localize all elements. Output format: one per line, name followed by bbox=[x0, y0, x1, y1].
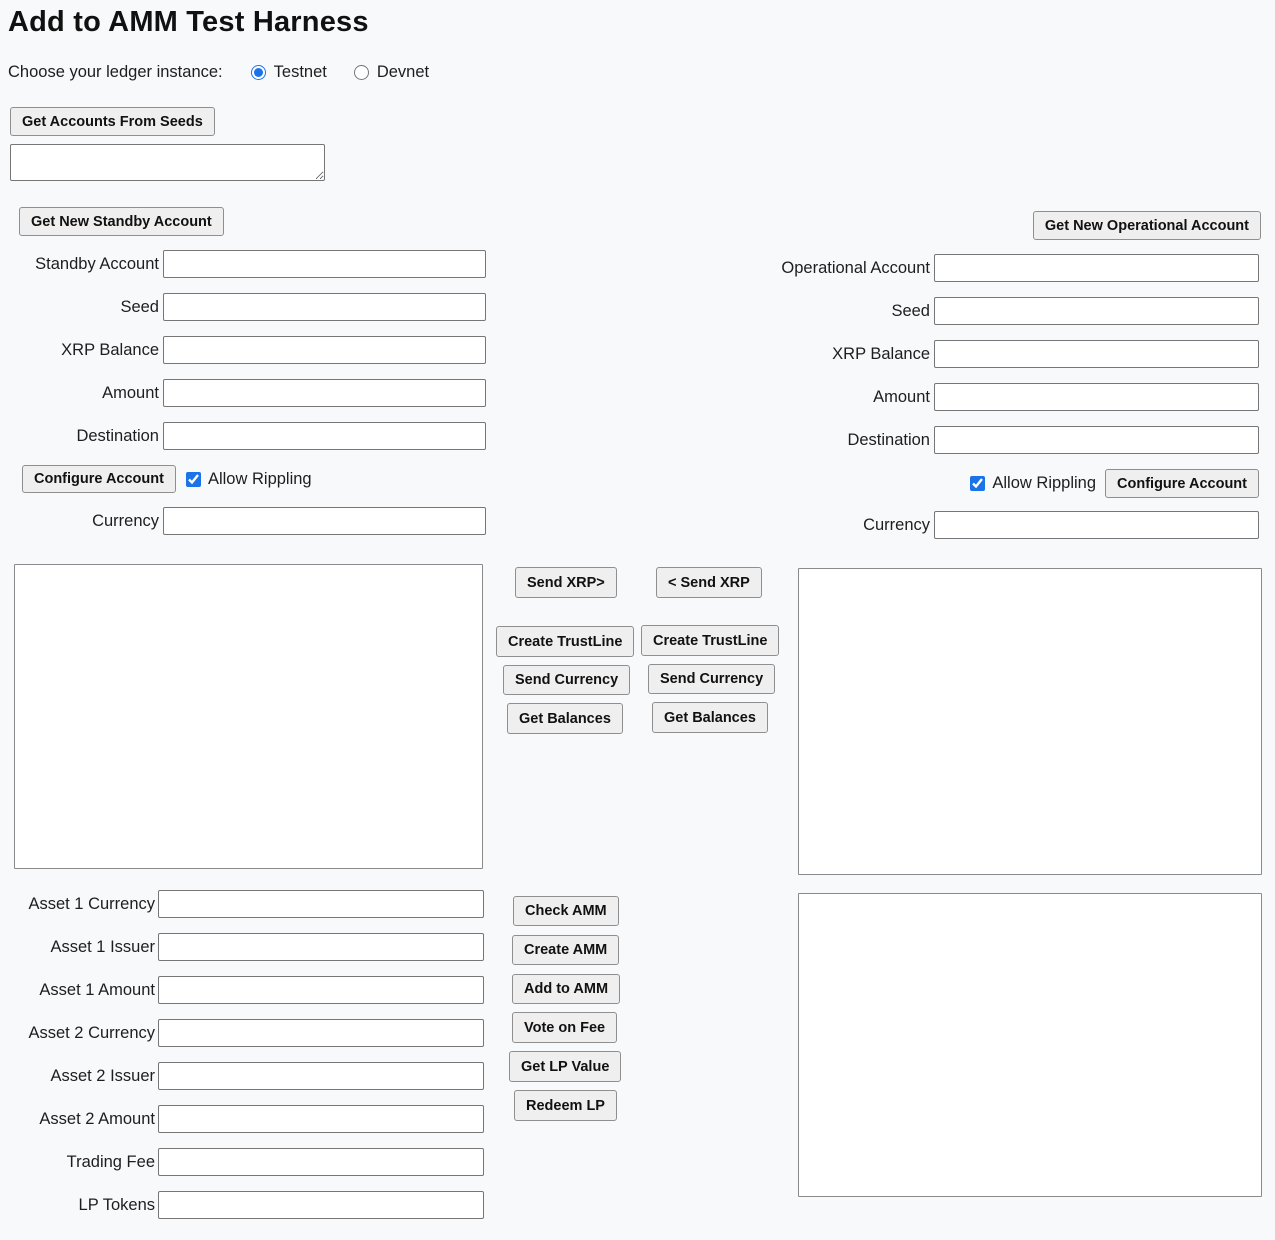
check-amm-button[interactable]: Check AMM bbox=[513, 896, 619, 926]
asset1-currency-input[interactable] bbox=[158, 890, 484, 918]
asset2-issuer-input[interactable] bbox=[158, 1062, 484, 1090]
standby-configure-account-button[interactable]: Configure Account bbox=[22, 465, 176, 493]
operational-destination-row: Destination bbox=[610, 426, 1259, 454]
asset1-currency-label: Asset 1 Currency bbox=[0, 895, 155, 914]
get-new-standby-account-button[interactable]: Get New Standby Account bbox=[19, 207, 224, 236]
standby-currency-label: Currency bbox=[0, 512, 159, 531]
asset2-currency-label: Asset 2 Currency bbox=[0, 1024, 155, 1043]
standby-seed-label: Seed bbox=[0, 298, 159, 317]
operational-allow-rippling-checkbox[interactable] bbox=[970, 476, 985, 491]
standby-destination-input[interactable] bbox=[163, 422, 486, 450]
ledger-instance-row: Choose your ledger instance: Testnet Dev… bbox=[8, 63, 429, 82]
standby-currency-input[interactable] bbox=[163, 507, 486, 535]
asset2-currency-input[interactable] bbox=[158, 1019, 484, 1047]
lp-tokens-label: LP Tokens bbox=[0, 1196, 155, 1215]
trading-fee-label: Trading Fee bbox=[0, 1153, 155, 1172]
operational-xrp-balance-label: XRP Balance bbox=[610, 345, 930, 364]
testnet-radio-group: Testnet bbox=[251, 63, 327, 82]
operational-allow-rippling-label: Allow Rippling bbox=[992, 474, 1096, 493]
operational-configure-account-button[interactable]: Configure Account bbox=[1105, 469, 1259, 498]
asset1-amount-input[interactable] bbox=[158, 976, 484, 1004]
operational-xrp-balance-row: XRP Balance bbox=[610, 340, 1259, 368]
standby-xrp-balance-row: XRP Balance bbox=[0, 336, 486, 364]
asset2-amount-row: Asset 2 Amount bbox=[0, 1105, 484, 1133]
ledger-instance-prompt: Choose your ledger instance: bbox=[8, 63, 223, 82]
vote-on-fee-button[interactable]: Vote on Fee bbox=[512, 1012, 617, 1043]
standby-allow-rippling-label: Allow Rippling bbox=[208, 470, 312, 489]
asset2-issuer-label: Asset 2 Issuer bbox=[0, 1067, 155, 1086]
testnet-radio[interactable] bbox=[251, 65, 266, 80]
operational-currency-row: Currency bbox=[610, 511, 1259, 539]
lp-tokens-row: LP Tokens bbox=[0, 1191, 484, 1219]
standby-xrp-balance-input[interactable] bbox=[163, 336, 486, 364]
asset1-currency-row: Asset 1 Currency bbox=[0, 890, 484, 918]
standby-send-currency-button[interactable]: Send Currency bbox=[503, 665, 630, 695]
redeem-lp-button[interactable]: Redeem LP bbox=[514, 1090, 617, 1121]
standby-allow-rippling-checkbox[interactable] bbox=[186, 472, 201, 487]
standby-create-trustline-button[interactable]: Create TrustLine bbox=[496, 626, 634, 657]
standby-configure-row: Configure Account Allow Rippling bbox=[22, 465, 312, 493]
standby-account-row: Standby Account bbox=[0, 250, 486, 278]
asset2-amount-label: Asset 2 Amount bbox=[0, 1110, 155, 1129]
send-xrp-to-operational-button[interactable]: Send XRP> bbox=[515, 567, 617, 598]
asset1-amount-row: Asset 1 Amount bbox=[0, 976, 484, 1004]
operational-create-trustline-button[interactable]: Create TrustLine bbox=[641, 625, 779, 656]
add-to-amm-button[interactable]: Add to AMM bbox=[512, 974, 620, 1004]
devnet-radio-group: Devnet bbox=[354, 63, 429, 82]
operational-currency-input[interactable] bbox=[934, 511, 1259, 539]
asset1-issuer-row: Asset 1 Issuer bbox=[0, 933, 484, 961]
testnet-radio-label: Testnet bbox=[274, 63, 327, 82]
operational-get-balances-button[interactable]: Get Balances bbox=[652, 702, 768, 733]
asset1-issuer-label: Asset 1 Issuer bbox=[0, 938, 155, 957]
trading-fee-row: Trading Fee bbox=[0, 1148, 484, 1176]
operational-configure-row: Allow Rippling Configure Account bbox=[970, 469, 1259, 498]
operational-amount-label: Amount bbox=[610, 388, 930, 407]
standby-amount-input[interactable] bbox=[163, 379, 486, 407]
operational-amount-input[interactable] bbox=[934, 383, 1259, 411]
devnet-radio-label: Devnet bbox=[377, 63, 429, 82]
page-title: Add to AMM Test Harness bbox=[8, 6, 369, 39]
lp-tokens-input[interactable] bbox=[158, 1191, 484, 1219]
operational-results-textarea[interactable] bbox=[798, 568, 1262, 875]
amm-test-harness-page: Add to AMM Test Harness Choose your ledg… bbox=[0, 0, 1275, 1240]
standby-currency-row: Currency bbox=[0, 507, 486, 535]
operational-xrp-balance-input[interactable] bbox=[934, 340, 1259, 368]
get-new-operational-account-button[interactable]: Get New Operational Account bbox=[1033, 211, 1261, 240]
operational-account-label: Operational Account bbox=[610, 259, 930, 278]
seeds-textarea[interactable] bbox=[10, 144, 325, 181]
standby-xrp-balance-label: XRP Balance bbox=[0, 341, 159, 360]
operational-amount-row: Amount bbox=[610, 383, 1259, 411]
standby-seed-input[interactable] bbox=[163, 293, 486, 321]
asset2-currency-row: Asset 2 Currency bbox=[0, 1019, 484, 1047]
send-xrp-to-standby-button[interactable]: < Send XRP bbox=[656, 567, 762, 598]
standby-amount-label: Amount bbox=[0, 384, 159, 403]
get-accounts-from-seeds-button[interactable]: Get Accounts From Seeds bbox=[10, 107, 215, 136]
standby-account-input[interactable] bbox=[163, 250, 486, 278]
asset1-issuer-input[interactable] bbox=[158, 933, 484, 961]
create-amm-button[interactable]: Create AMM bbox=[512, 935, 619, 965]
standby-destination-row: Destination bbox=[0, 422, 486, 450]
standby-destination-label: Destination bbox=[0, 427, 159, 446]
operational-destination-input[interactable] bbox=[934, 426, 1259, 454]
asset2-amount-input[interactable] bbox=[158, 1105, 484, 1133]
asset1-amount-label: Asset 1 Amount bbox=[0, 981, 155, 1000]
operational-account-row: Operational Account bbox=[610, 254, 1259, 282]
asset2-issuer-row: Asset 2 Issuer bbox=[0, 1062, 484, 1090]
operational-seed-row: Seed bbox=[610, 297, 1259, 325]
get-lp-value-button[interactable]: Get LP Value bbox=[509, 1051, 621, 1082]
standby-seed-row: Seed bbox=[0, 293, 486, 321]
standby-get-balances-button[interactable]: Get Balances bbox=[507, 703, 623, 734]
operational-currency-label: Currency bbox=[610, 516, 930, 535]
operational-seed-input[interactable] bbox=[934, 297, 1259, 325]
operational-send-currency-button[interactable]: Send Currency bbox=[648, 664, 775, 694]
operational-destination-label: Destination bbox=[610, 431, 930, 450]
operational-seed-label: Seed bbox=[610, 302, 930, 321]
standby-results-textarea[interactable] bbox=[14, 564, 483, 869]
operational-account-input[interactable] bbox=[934, 254, 1259, 282]
standby-account-label: Standby Account bbox=[0, 255, 159, 274]
devnet-radio[interactable] bbox=[354, 65, 369, 80]
trading-fee-input[interactable] bbox=[158, 1148, 484, 1176]
amm-results-textarea[interactable] bbox=[798, 893, 1262, 1197]
standby-amount-row: Amount bbox=[0, 379, 486, 407]
